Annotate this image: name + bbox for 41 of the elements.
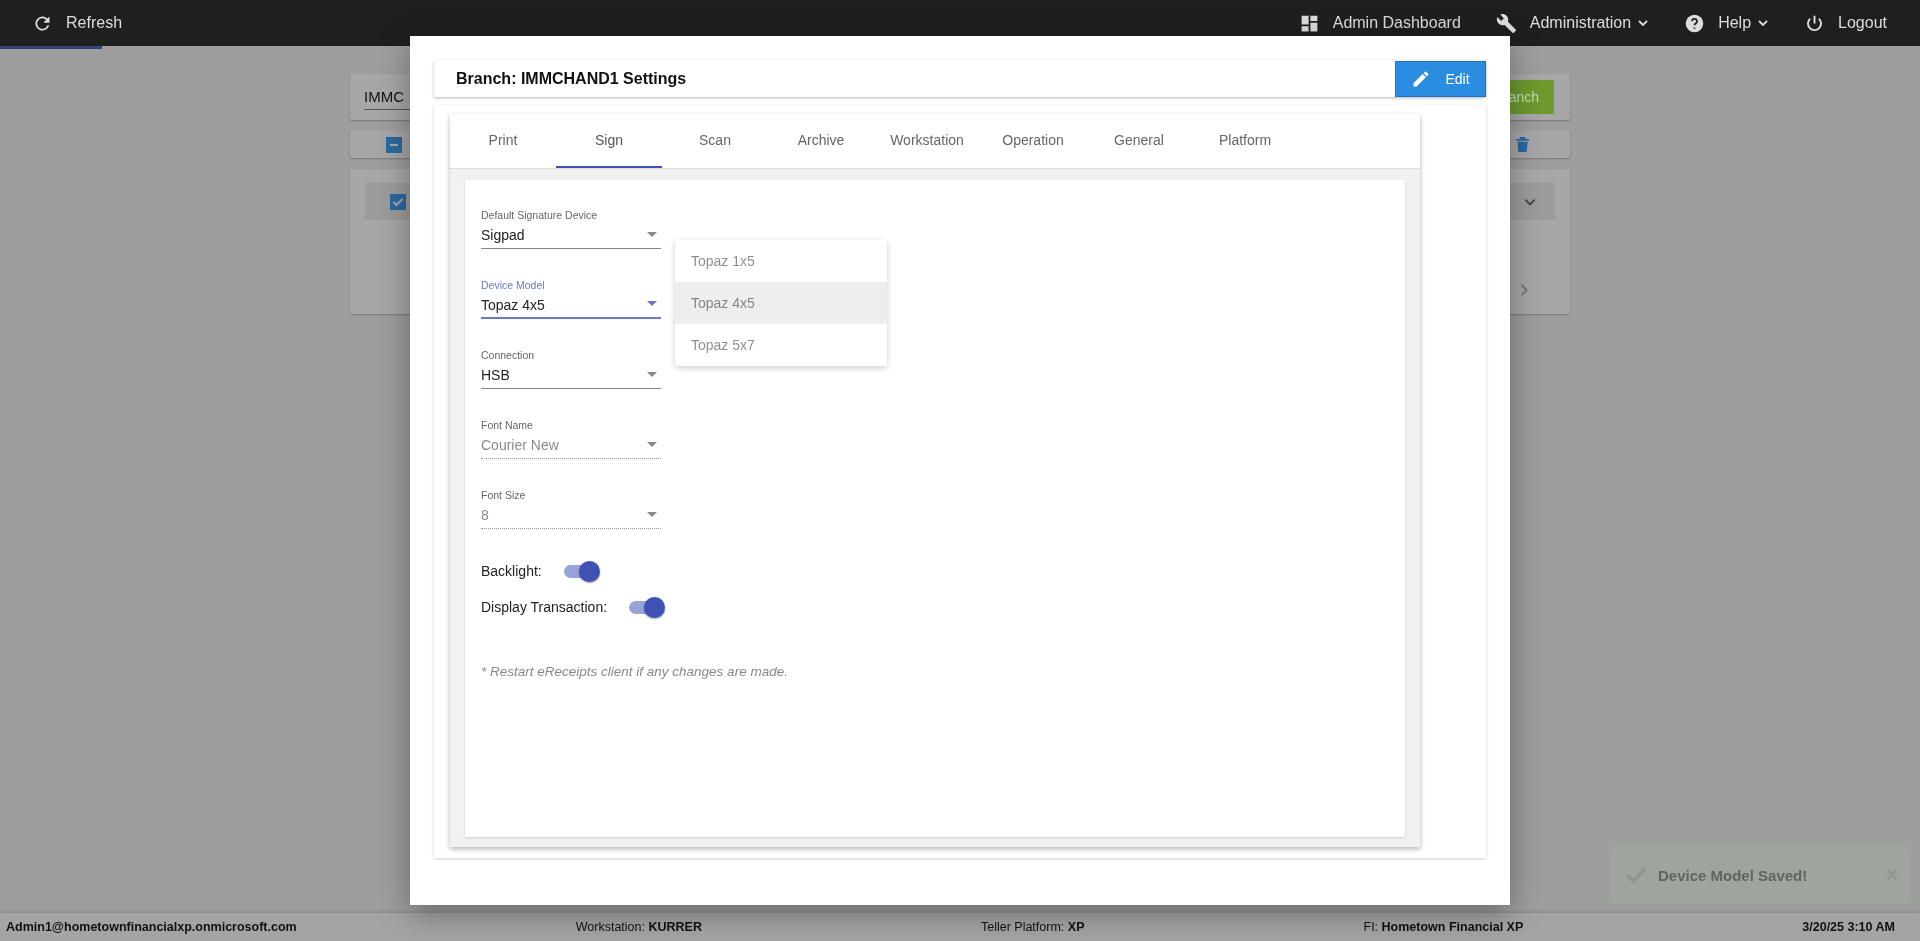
wrench-icon (1495, 12, 1517, 34)
dialog-title: Branch: IMMCHAND1 Settings (455, 69, 687, 88)
refresh-button[interactable]: Refresh (32, 12, 123, 34)
toggle-switch[interactable] (563, 560, 600, 582)
tab[interactable]: Scan (662, 114, 768, 168)
tab[interactable]: General (1086, 114, 1192, 168)
dropdown-option[interactable]: Topaz 4x5 (675, 282, 887, 324)
tab[interactable]: Workstation (874, 114, 980, 168)
status-item: Workstation: KURRER (575, 920, 702, 934)
checkbox[interactable] (390, 193, 406, 210)
edit-button[interactable]: Edit (1395, 60, 1486, 97)
tab[interactable]: Operation (980, 114, 1086, 168)
nav-menu-item[interactable]: Administration (1495, 12, 1650, 34)
dropdown-arrow-icon (647, 442, 657, 447)
dropdown-arrow-icon (647, 232, 657, 237)
dropdown-option[interactable]: Topaz 1x5 (675, 240, 887, 282)
dropdown-arrow-icon (647, 301, 657, 306)
tab[interactable]: Print (450, 114, 556, 168)
dropdown-arrow-icon (647, 372, 657, 377)
nav-menu-item[interactable]: Logout (1804, 12, 1887, 34)
dropdown-arrow-icon (647, 512, 657, 517)
toast-message: Device Model Saved! (1658, 866, 1809, 884)
toggle-label: Display Transaction: (481, 599, 608, 615)
tab[interactable]: Platform (1192, 114, 1298, 168)
toggle-label: Backlight: (481, 563, 542, 579)
nav-menu-item[interactable]: Admin Dashboard (1298, 12, 1461, 34)
nav-menu-item[interactable]: Help (1684, 12, 1770, 34)
help-icon (1684, 12, 1706, 34)
status-item: FI: Hometown Financial XP (1363, 920, 1524, 934)
checkbox[interactable] (386, 136, 402, 153)
status-item: Teller Platform: XP (980, 920, 1085, 934)
trash-icon[interactable] (1515, 136, 1530, 153)
select-field[interactable]: Default Signature Device Sigpad (481, 202, 661, 249)
dropdown-option[interactable]: Topaz 5x7 (675, 324, 887, 366)
select-field[interactable]: Connection HSB (481, 342, 661, 389)
restart-note: * Restart eReceipts client if any changes are made. (481, 664, 789, 679)
tab[interactable]: Archive (768, 114, 874, 168)
select-field[interactable]: Device Model Topaz 4x5 (481, 272, 661, 319)
toggle-switch[interactable] (629, 596, 666, 618)
status-datetime: 3/20/25 3:10 AM (1802, 920, 1895, 934)
user-email: Admin1@hometownfinancialxp.onmicrosoft.com (6, 920, 297, 934)
